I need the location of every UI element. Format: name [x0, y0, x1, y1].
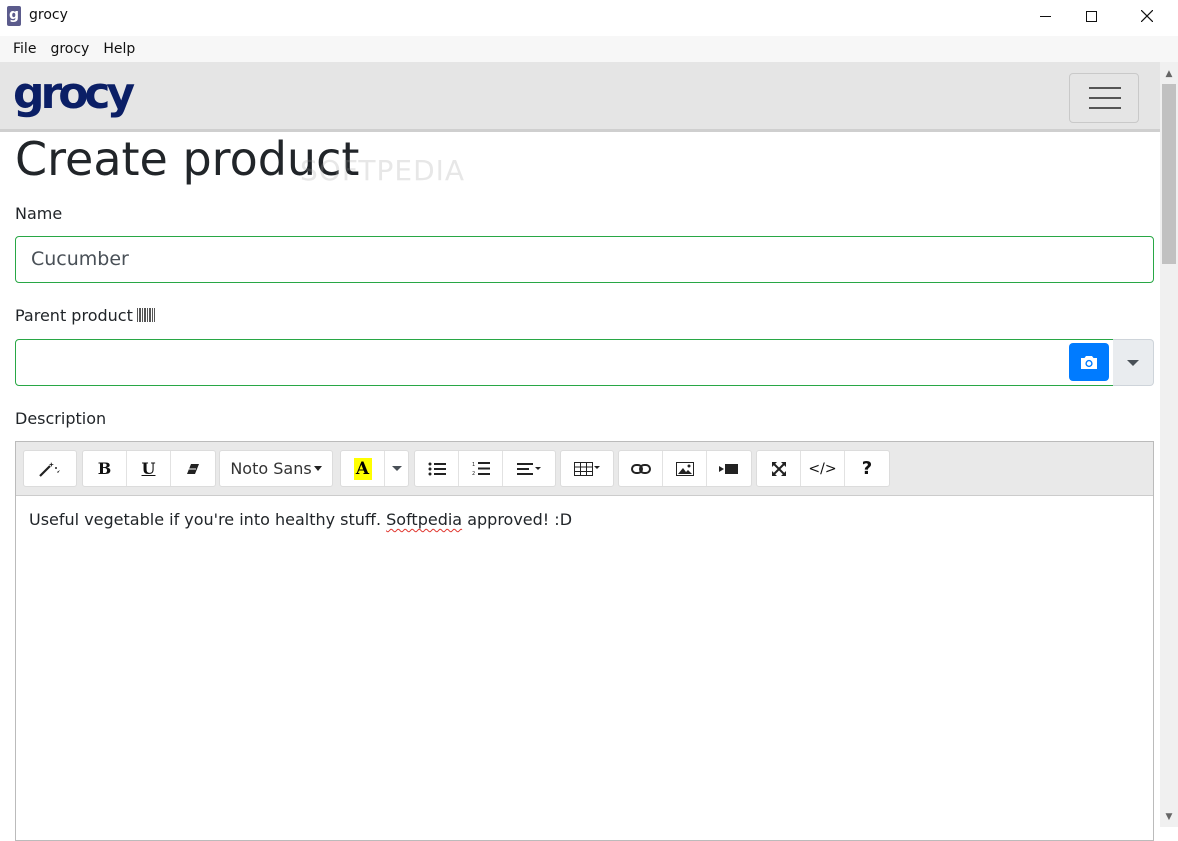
underline-button[interactable]: U: [127, 451, 171, 486]
close-icon: [1141, 10, 1153, 22]
scroll-up-icon[interactable]: ▲: [1160, 64, 1178, 84]
paragraph-group: 12: [414, 450, 556, 487]
maximize-button[interactable]: [1068, 0, 1114, 32]
menu-bar: File grocy Help: [0, 36, 1178, 62]
table-icon: [574, 461, 600, 476]
parent-product-label-text: Parent product: [15, 306, 133, 325]
paragraph-align-button[interactable]: [503, 451, 555, 486]
menu-file[interactable]: File: [6, 41, 43, 57]
color-group: A: [340, 450, 409, 487]
name-label: Name: [15, 204, 63, 223]
numbered-list-icon: 12: [472, 462, 490, 476]
barcode-scan-button[interactable]: [1069, 343, 1109, 381]
navbar: grocy: [0, 62, 1160, 132]
eraser-icon: [187, 463, 199, 474]
style-group: [23, 450, 77, 487]
window-titlebar: g grocy: [0, 0, 1178, 34]
fullscreen-icon: [771, 461, 786, 476]
style-button[interactable]: [24, 451, 76, 486]
text-color-icon: A: [353, 457, 372, 480]
font-name-value: Noto Sans: [230, 459, 312, 478]
misspelled-word: Softpedia: [386, 510, 463, 529]
bold-button[interactable]: B: [83, 451, 127, 486]
description-label: Description: [15, 409, 107, 428]
chevron-down-icon: [391, 466, 402, 471]
color-dropdown-button[interactable]: [385, 451, 408, 486]
parent-product-input[interactable]: [15, 339, 1114, 386]
watermark: SOFTPEDIA: [300, 154, 466, 187]
description-editor: B U Noto Sans A 12 </> ? Useful vegetabl…: [15, 441, 1154, 841]
chevron-down-icon: [313, 466, 322, 471]
parent-product-dropdown-button[interactable]: [1113, 339, 1154, 386]
magic-wand-icon: [39, 461, 60, 477]
unordered-list-button[interactable]: [415, 451, 459, 486]
svg-text:1: 1: [472, 462, 475, 468]
bullet-list-icon: [428, 462, 446, 475]
editor-text: Useful vegetable if you're into healthy …: [29, 510, 387, 529]
clear-format-button[interactable]: [171, 451, 215, 486]
editor-text-end: approved! :D: [462, 510, 573, 529]
video-button[interactable]: [707, 451, 751, 486]
align-left-icon: [517, 462, 541, 475]
link-icon: [630, 463, 651, 474]
app-icon: g: [7, 6, 21, 26]
chevron-down-icon: [1127, 359, 1139, 366]
editor-content[interactable]: Useful vegetable if you're into healthy …: [29, 510, 572, 529]
image-icon: [675, 461, 694, 476]
close-button[interactable]: [1124, 0, 1170, 32]
menu-grocy[interactable]: grocy: [43, 41, 96, 57]
hamburger-icon: [1089, 87, 1121, 89]
ordered-list-button[interactable]: 12: [459, 451, 503, 486]
barcode-icon: [136, 308, 155, 322]
scroll-down-icon[interactable]: ▼: [1160, 807, 1178, 827]
video-icon: [719, 463, 738, 474]
minimize-button[interactable]: [1022, 0, 1068, 32]
navbar-toggler-button[interactable]: [1069, 73, 1139, 123]
help-button[interactable]: ?: [845, 451, 889, 486]
vertical-scrollbar[interactable]: ▲ ▼: [1160, 62, 1178, 827]
camera-icon: [1081, 355, 1097, 369]
code-view-button[interactable]: </>: [801, 451, 845, 486]
parent-product-label: Parent product: [15, 306, 155, 325]
maximize-icon: [1085, 10, 1097, 22]
font-name-dropdown[interactable]: Noto Sans: [220, 451, 332, 486]
color-button[interactable]: A: [341, 451, 385, 486]
font-name-group: Noto Sans: [219, 450, 333, 487]
table-button[interactable]: [561, 451, 613, 486]
window-title: grocy: [29, 7, 68, 23]
menu-help[interactable]: Help: [96, 41, 142, 57]
link-button[interactable]: [619, 451, 663, 486]
fullscreen-button[interactable]: [757, 451, 801, 486]
scroll-thumb[interactable]: [1162, 84, 1176, 264]
brand-logo[interactable]: grocy: [13, 66, 135, 122]
minimize-icon: [1039, 15, 1051, 17]
table-group: [560, 450, 614, 487]
name-input[interactable]: Cucumber: [15, 236, 1154, 283]
picture-button[interactable]: [663, 451, 707, 486]
svg-text:2: 2: [472, 471, 475, 476]
insert-group: [618, 450, 752, 487]
font-style-group: B U: [82, 450, 216, 487]
misc-group: </> ?: [756, 450, 890, 487]
editor-toolbar: B U Noto Sans A 12 </> ?: [16, 442, 1153, 496]
